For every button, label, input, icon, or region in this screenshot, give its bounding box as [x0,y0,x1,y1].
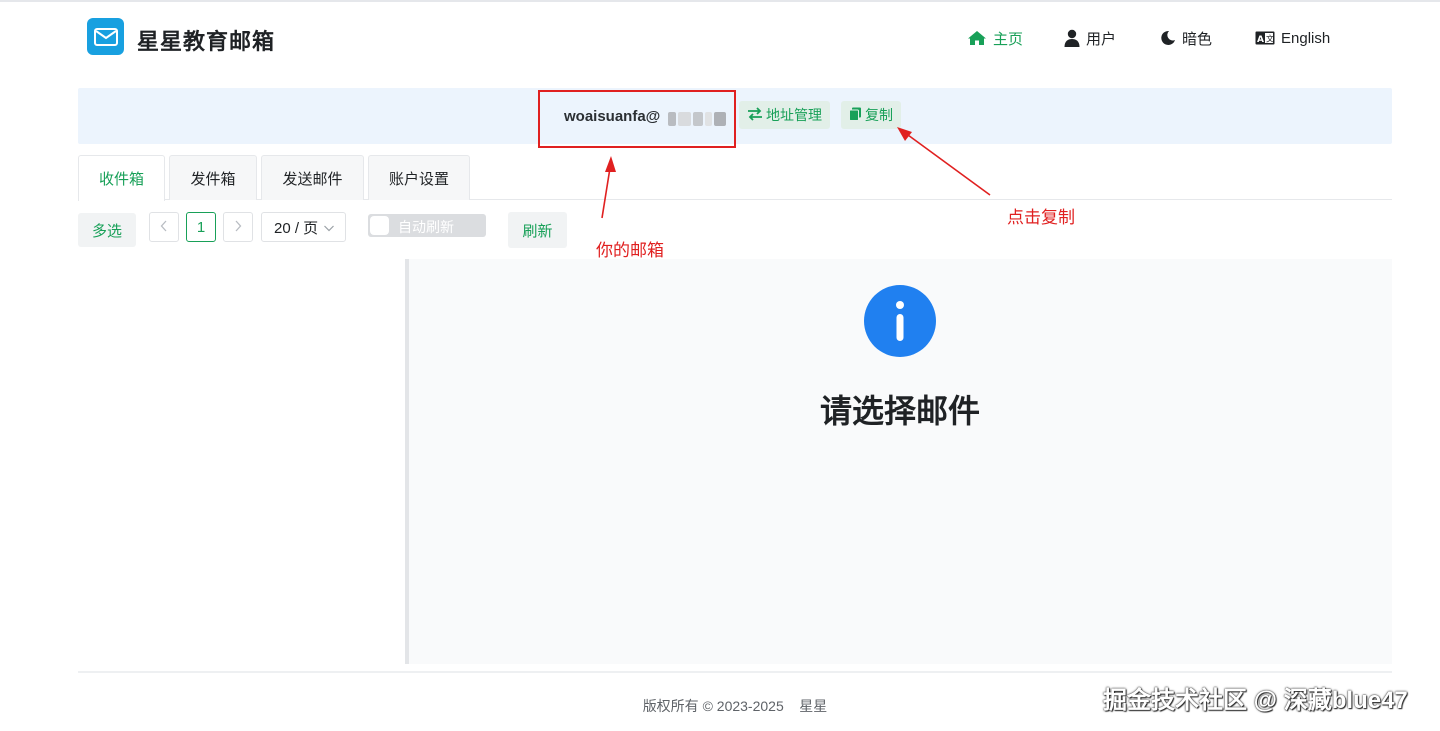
annotation-your-mailbox: 你的邮箱 [596,241,664,260]
watermark-text: 掘金技术社区 @ 深藏blue47 [1103,687,1408,714]
annotation-arrows [601,127,991,219]
annotation-click-copy: 点击复制 [1007,208,1075,227]
tab-inbox[interactable]: 收件箱 [78,155,165,201]
